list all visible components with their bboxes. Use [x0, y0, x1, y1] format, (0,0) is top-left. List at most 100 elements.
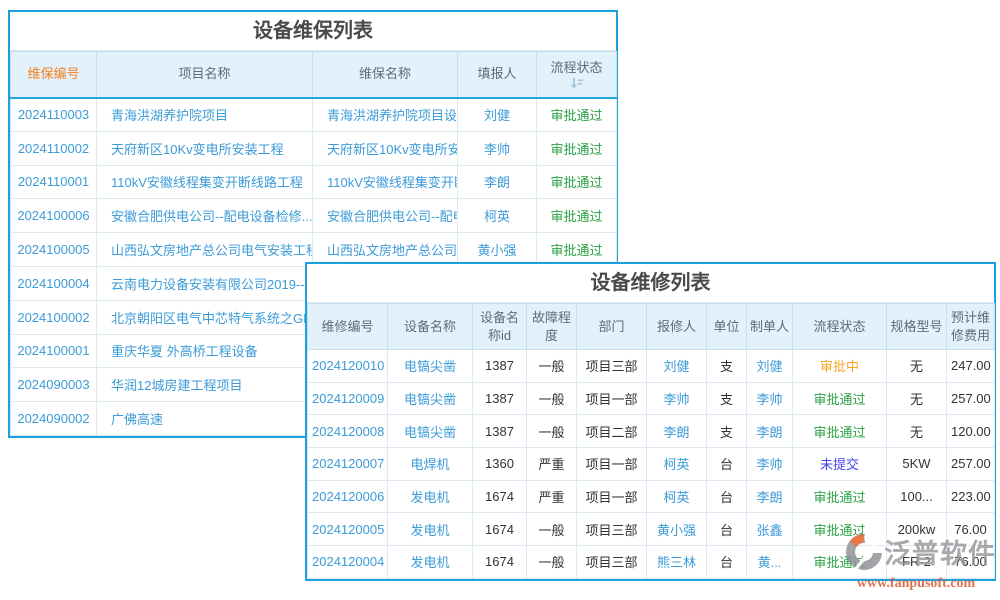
cell-project[interactable]: 广佛高速	[97, 402, 313, 436]
repair-table-title: 设备维修列表	[307, 264, 994, 303]
cell-project[interactable]: 天府新区10Kv变电所安装工程	[97, 131, 313, 165]
cell-name[interactable]: 110kV安徽线程集变开断...	[313, 165, 458, 199]
cell-severity: 一般	[527, 546, 577, 579]
cell-model: 无	[887, 350, 947, 383]
cell-severity: 一般	[527, 415, 577, 448]
cell-name[interactable]: 安徽合肥供电公司--配电...	[313, 199, 458, 233]
cell-severity: 一般	[527, 382, 577, 415]
cell-device_id: 1360	[473, 448, 527, 481]
cell-reporter[interactable]: 刘健	[647, 350, 707, 383]
cell-id[interactable]: 2024100001	[11, 334, 97, 368]
cell-creator[interactable]: 李帅	[747, 382, 793, 415]
cell-reporter[interactable]: 黄小强	[647, 513, 707, 546]
table-row: 2024110001110kV安徽线程集变开断线路工程110kV安徽线程集变开断…	[11, 165, 617, 199]
cell-name[interactable]: 青海洪湖养护院项目设备...	[313, 98, 458, 132]
cell-name[interactable]: 天府新区10Kv变电所安装...	[313, 131, 458, 165]
cell-id[interactable]: 2024120005	[308, 513, 388, 546]
column-header-model: 规格型号	[887, 304, 947, 350]
table-row: 2024120009电镐尖凿1387一般项目一部李帅支李帅审批通过无257.00	[308, 382, 995, 415]
cell-dept: 项目三部	[577, 513, 647, 546]
cell-reporter[interactable]: 柯英	[647, 448, 707, 481]
column-header-creator: 制单人	[747, 304, 793, 350]
cell-project[interactable]: 北京朝阳区电气中芯特气系统之GM...	[97, 300, 313, 334]
table-row: 2024120010电镐尖凿1387一般项目三部刘健支刘健审批中无247.00	[308, 350, 995, 383]
repair-table-header: 维修编号设备名称设备名称id故障程度部门报修人单位制单人流程状态规格型号预计维修…	[308, 304, 995, 350]
cell-status: 审批通过	[793, 480, 887, 513]
cell-id[interactable]: 2024120006	[308, 480, 388, 513]
cell-project[interactable]: 安徽合肥供电公司--配电设备检修...	[97, 199, 313, 233]
column-header-dept: 部门	[577, 304, 647, 350]
cell-device[interactable]: 发电机	[388, 546, 473, 579]
cell-creator[interactable]: 李帅	[747, 448, 793, 481]
column-header-cost: 预计维修费用	[947, 304, 995, 350]
cell-id[interactable]: 2024090002	[11, 402, 97, 436]
cell-cost: 257.00	[947, 382, 995, 415]
column-header-label: 单位	[709, 318, 744, 336]
cell-creator[interactable]: 李朗	[747, 415, 793, 448]
cell-project[interactable]: 110kV安徽线程集变开断线路工程	[97, 165, 313, 199]
cell-reporter[interactable]: 柯英	[647, 480, 707, 513]
cell-project[interactable]: 山西弘文房地产总公司电气安装工程	[97, 233, 313, 267]
cell-status: 未提交	[793, 448, 887, 481]
cell-device[interactable]: 电焊机	[388, 448, 473, 481]
cell-unit: 台	[707, 546, 747, 579]
cell-project[interactable]: 青海洪湖养护院项目	[97, 98, 313, 132]
cell-creator[interactable]: 刘健	[747, 350, 793, 383]
cell-id[interactable]: 2024090003	[11, 368, 97, 402]
cell-reporter[interactable]: 李帅	[458, 131, 537, 165]
cell-reporter[interactable]: 李朗	[647, 415, 707, 448]
cell-model: 100...	[887, 480, 947, 513]
cell-id[interactable]: 2024120004	[308, 546, 388, 579]
cell-id[interactable]: 2024110001	[11, 165, 97, 199]
cell-reporter[interactable]: 熊三林	[647, 546, 707, 579]
cell-reporter[interactable]: 李帅	[647, 382, 707, 415]
column-header-label: 项目名称	[99, 65, 310, 83]
column-header-id: 维保编号	[11, 52, 97, 98]
cell-project[interactable]: 华润12城房建工程项目	[97, 368, 313, 402]
cell-dept: 项目一部	[577, 448, 647, 481]
column-header-label: 设备名称id	[475, 309, 524, 344]
cell-status: 审批中	[793, 350, 887, 383]
cell-device[interactable]: 电镐尖凿	[388, 382, 473, 415]
cell-dept: 项目一部	[577, 382, 647, 415]
cell-id[interactable]: 2024100005	[11, 233, 97, 267]
cell-creator[interactable]: 张鑫	[747, 513, 793, 546]
cell-reporter[interactable]: 刘健	[458, 98, 537, 132]
column-header-label: 制单人	[749, 318, 790, 336]
column-header-name: 维保名称	[313, 52, 458, 98]
cell-device_id: 1674	[473, 513, 527, 546]
cell-device[interactable]: 电镐尖凿	[388, 415, 473, 448]
cell-severity: 严重	[527, 448, 577, 481]
cell-dept: 项目一部	[577, 480, 647, 513]
cell-id[interactable]: 2024100002	[11, 300, 97, 334]
cell-project[interactable]: 重庆华夏 外高桥工程设备	[97, 334, 313, 368]
cell-project[interactable]: 云南电力设备安装有限公司2019--2...	[97, 266, 313, 300]
cell-status: 审批通过	[537, 98, 617, 132]
column-header-device_id: 设备名称id	[473, 304, 527, 350]
cell-id[interactable]: 2024110003	[11, 98, 97, 132]
cell-device[interactable]: 发电机	[388, 513, 473, 546]
cell-device[interactable]: 电镐尖凿	[388, 350, 473, 383]
cell-id[interactable]: 2024120010	[308, 350, 388, 383]
cell-id[interactable]: 2024120007	[308, 448, 388, 481]
sort-icon[interactable]	[539, 78, 614, 89]
column-header-status[interactable]: 流程状态	[537, 52, 617, 98]
cell-id[interactable]: 2024100006	[11, 199, 97, 233]
table-row: 2024120008电镐尖凿1387一般项目二部李朗支李朗审批通过无120.00	[308, 415, 995, 448]
cell-id[interactable]: 2024120009	[308, 382, 388, 415]
cell-reporter[interactable]: 柯英	[458, 199, 537, 233]
cell-id[interactable]: 2024100004	[11, 266, 97, 300]
cell-reporter[interactable]: 李朗	[458, 165, 537, 199]
maintenance-table-title: 设备维保列表	[10, 12, 616, 51]
table-row: 2024110002天府新区10Kv变电所安装工程天府新区10Kv变电所安装..…	[11, 131, 617, 165]
watermark-url-text: www.fanpusoft.com	[836, 576, 996, 592]
cell-creator[interactable]: 黄...	[747, 546, 793, 579]
cell-unit: 支	[707, 382, 747, 415]
cell-id[interactable]: 2024110002	[11, 131, 97, 165]
cell-id[interactable]: 2024120008	[308, 415, 388, 448]
column-header-label: 报修人	[649, 318, 704, 336]
cell-device[interactable]: 发电机	[388, 480, 473, 513]
cell-creator[interactable]: 李朗	[747, 480, 793, 513]
column-header-label: 流程状态	[539, 59, 614, 77]
cell-device_id: 1387	[473, 350, 527, 383]
